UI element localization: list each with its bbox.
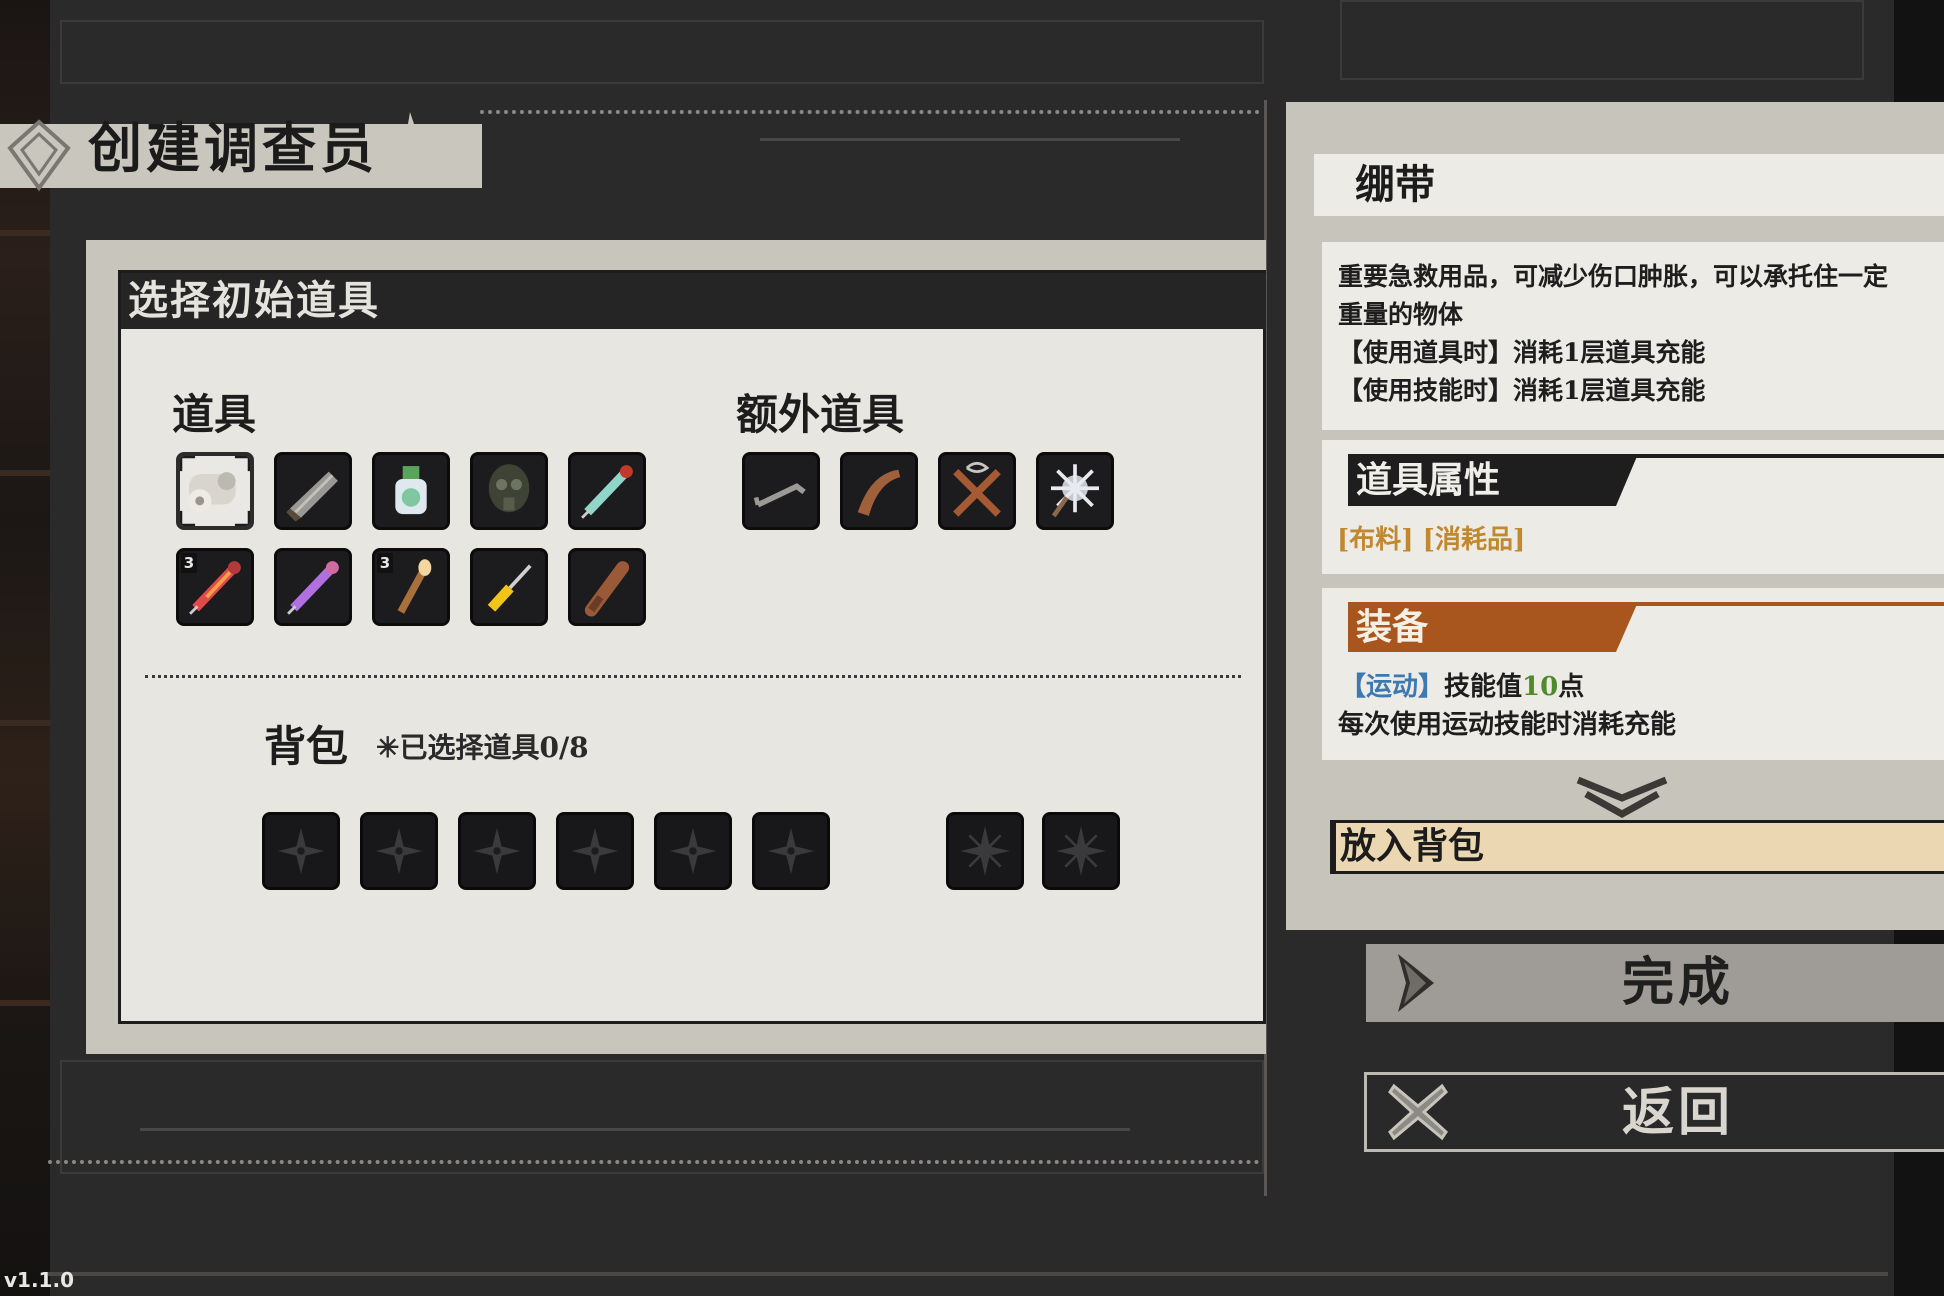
page-title: 创建调查员 — [88, 116, 378, 180]
crossed-bats-icon — [941, 455, 1013, 527]
skill-text: 技能值 — [1444, 672, 1523, 702]
bookshelf-background — [0, 0, 50, 1296]
skill-tag: 【运动】 — [1340, 672, 1445, 702]
item-slot[interactable] — [176, 452, 254, 530]
purple-syringe-icon — [277, 551, 349, 623]
equip-note: 每次使用运动技能时消耗充能 — [1338, 710, 1677, 740]
background-dotted-line — [480, 110, 1260, 114]
item-slot[interactable] — [1036, 452, 1114, 530]
background-frame — [60, 1060, 1264, 1174]
attributes-title: 道具属性 — [1356, 459, 1501, 501]
section-divider — [145, 675, 1241, 678]
empty-slot-icon — [755, 815, 827, 887]
empty-slot-icon — [559, 815, 631, 887]
item-slot[interactable]: 3 — [372, 548, 450, 626]
bag-slot[interactable] — [654, 812, 732, 890]
item-slot[interactable] — [274, 548, 352, 626]
potion-bottle-icon — [375, 455, 447, 527]
bag-slot[interactable] — [360, 812, 438, 890]
boomerang-icon — [843, 455, 915, 527]
double-chevron-down-icon — [1572, 776, 1672, 820]
item-slot[interactable] — [372, 452, 450, 530]
bag-slot[interactable] — [752, 812, 830, 890]
description-line: 【使用技能时】消耗1层道具充能 — [1338, 376, 1706, 405]
background-line — [760, 138, 1180, 141]
panel-title: 选择初始道具 — [128, 277, 380, 324]
stack-count-badge: 3 — [377, 553, 393, 573]
item-name: 绷带 — [1355, 161, 1435, 208]
done-label: 完成 — [1622, 952, 1735, 1013]
bag-slot[interactable] — [556, 812, 634, 890]
equip-title: 装备 — [1356, 606, 1429, 648]
attribute-tags: [布料] [消耗品] — [1337, 525, 1526, 555]
version-label: v1.1.0 — [4, 1268, 74, 1292]
item-slot[interactable] — [274, 452, 352, 530]
equip-skill-line: 【运动】技能值10点 — [1340, 668, 1584, 706]
gas-mask-icon — [473, 455, 545, 527]
put-in-bag-label: 放入背包 — [1340, 825, 1485, 867]
cleaver-icon — [277, 455, 349, 527]
bag-slot[interactable] — [946, 812, 1024, 890]
green-syringe-icon — [571, 455, 643, 527]
shelf-divider — [0, 720, 50, 726]
shelf-divider — [0, 470, 50, 476]
shelf-divider — [0, 1000, 50, 1006]
empty-slot-icon — [363, 815, 435, 887]
bag-selected-count: ✳已选择道具0/8 — [376, 731, 589, 764]
skill-unit: 点 — [1558, 672, 1585, 702]
shelf-divider — [0, 230, 50, 236]
bag-slot[interactable] — [458, 812, 536, 890]
item-slot[interactable] — [742, 452, 820, 530]
item-description: 重要急救用品，可减少伤口肿胀，可以承托住一定 重量的物体 【使用道具时】消耗1层… — [1338, 258, 1938, 410]
wooden-club-icon — [571, 551, 643, 623]
crowbar-icon — [745, 455, 817, 527]
back-label: 返回 — [1622, 1082, 1735, 1143]
description-line: 重量的物体 — [1338, 300, 1464, 329]
equip-header-line — [1620, 602, 1944, 606]
close-x-icon — [1386, 1080, 1450, 1144]
empty-slot-icon — [265, 815, 337, 887]
bag-label: 背包 — [264, 722, 349, 771]
extra-slot-icon — [1045, 815, 1117, 887]
chevron-right-icon — [1392, 952, 1440, 1014]
screwdriver-icon — [473, 551, 545, 623]
description-line: 【使用道具时】消耗1层道具充能 — [1338, 338, 1706, 367]
item-slot[interactable] — [568, 452, 646, 530]
spiked-mace-icon — [1039, 455, 1111, 527]
bag-slot[interactable] — [1042, 812, 1120, 890]
item-slot[interactable] — [568, 548, 646, 626]
attributes-header-line — [1620, 454, 1944, 458]
item-slot[interactable] — [840, 452, 918, 530]
skill-value: 10 — [1522, 672, 1559, 702]
items-label: 道具 — [172, 390, 257, 439]
diamond-logo-icon — [6, 118, 72, 192]
item-slot[interactable] — [470, 548, 548, 626]
background-frame — [60, 20, 1264, 84]
bag-slot[interactable] — [262, 812, 340, 890]
empty-slot-icon — [657, 815, 729, 887]
stack-count-badge: 3 — [181, 553, 197, 573]
main-panel — [118, 270, 1266, 1024]
item-slot[interactable] — [938, 452, 1016, 530]
background-frame — [1340, 0, 1864, 80]
bandage-roll-icon — [180, 456, 250, 526]
extra-items-label: 额外道具 — [736, 390, 905, 439]
item-slot[interactable] — [470, 452, 548, 530]
description-line: 重要急救用品，可减少伤口肿胀，可以承托住一定 — [1338, 262, 1889, 291]
item-slot[interactable]: 3 — [176, 548, 254, 626]
extra-slot-icon — [949, 815, 1021, 887]
background-line — [48, 1272, 1888, 1276]
empty-slot-icon — [461, 815, 533, 887]
